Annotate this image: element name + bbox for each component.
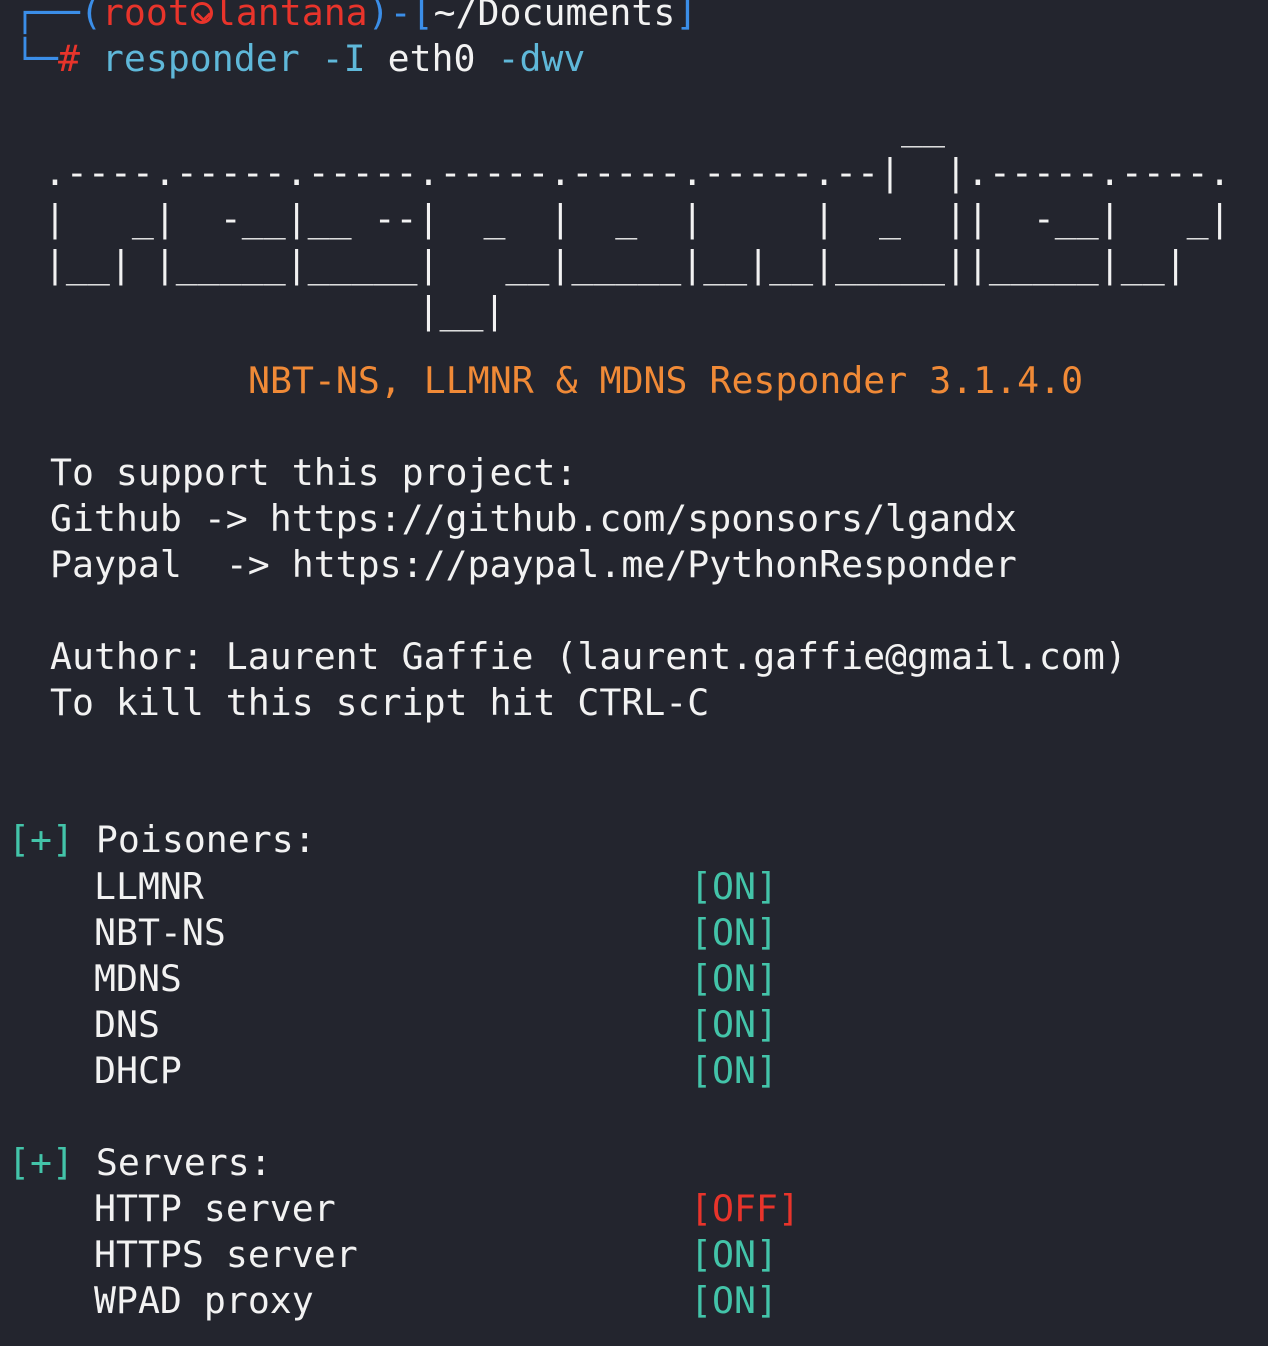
github-link: Github -> https://github.com/sponsors/lg… xyxy=(50,497,1017,540)
poisoner-name: DNS xyxy=(94,1003,160,1046)
poisoner-row: LLMNR [ON] xyxy=(94,864,1194,910)
command-name: responder xyxy=(101,37,300,80)
poisoner-row: MDNS [ON] xyxy=(94,956,1194,1002)
prompt-close-bracket: ] xyxy=(675,0,698,34)
poisoner-status: [ON] xyxy=(690,1003,778,1046)
server-status: [ON] xyxy=(690,1233,778,1276)
server-row: HTTPS server [ON] xyxy=(94,1232,1194,1278)
version-line: NBT-NS, LLMNR & MDNS Responder 3.1.4.0 xyxy=(248,359,1084,402)
server-name: HTTP server xyxy=(94,1187,336,1230)
prompt-symbol: # xyxy=(57,37,102,80)
poisoner-row: NBT-NS [ON] xyxy=(94,910,1194,956)
server-name: HTTPS server xyxy=(94,1233,358,1276)
prompt-separator: - xyxy=(389,0,412,34)
command-arg-interface: eth0 xyxy=(365,37,476,80)
poisoner-status: [ON] xyxy=(690,865,778,908)
poisoner-name: NBT-NS xyxy=(94,911,226,954)
server-row: HTTP server [OFF] xyxy=(94,1186,1194,1232)
kali-skull-icon xyxy=(190,2,213,24)
poisoner-status: [ON] xyxy=(690,1049,778,1092)
kill-hint-text: To kill this script hit CTRL-C xyxy=(50,681,710,724)
poisoners-header: [+] Poisoners: xyxy=(8,817,316,863)
poisoner-name: DHCP xyxy=(94,1049,182,1092)
terminal-window[interactable]: ┌──(root lantana)-[~/Documents] └─# respo… xyxy=(0,0,1268,1346)
server-status: [ON] xyxy=(690,1279,778,1322)
prompt-corner-bottom: └─ xyxy=(14,37,58,80)
paypal-link: Paypal -> https://paypal.me/PythonRespon… xyxy=(50,543,1017,586)
prompt-corner-top: ┌── xyxy=(14,0,80,34)
servers-header: [+] Servers: xyxy=(8,1140,272,1186)
ascii-banner: __ .----.-----.-----.-----.-----.-----.-… xyxy=(43,105,1231,332)
poisoner-name: LLMNR xyxy=(94,865,204,908)
poisoner-status: [ON] xyxy=(690,957,778,1000)
poisoner-status: [ON] xyxy=(690,911,778,954)
section-marker: [+] xyxy=(8,818,74,861)
server-status: [OFF] xyxy=(690,1187,800,1230)
prompt-open-paren: ( xyxy=(79,0,102,34)
author-text: Author: Laurent Gaffie (laurent.gaffie@g… xyxy=(50,635,1127,678)
servers-title: Servers: xyxy=(95,1141,272,1184)
prompt-host: lantana xyxy=(213,0,368,34)
support-text: To support this project: xyxy=(50,451,578,494)
server-name: WPAD proxy xyxy=(94,1279,314,1322)
prompt-user: root xyxy=(101,0,190,34)
poisoners-title: Poisoners: xyxy=(95,818,316,861)
prompt-header: ┌──(root lantana)-[~/Documents] xyxy=(14,0,697,36)
section-marker: [+] xyxy=(8,1141,74,1184)
command-line[interactable]: └─# responder -I eth0 -dwv xyxy=(14,36,585,82)
prompt-open-bracket: [ xyxy=(411,0,434,34)
poisoner-name: MDNS xyxy=(94,957,182,1000)
poisoner-row: DHCP [ON] xyxy=(94,1048,1194,1094)
command-arg-interface-flag: -I xyxy=(299,37,366,80)
prompt-close-paren: ) xyxy=(367,0,390,34)
poisoner-row: DNS [ON] xyxy=(94,1002,1194,1048)
command-arg-flags: -dwv xyxy=(475,37,586,80)
prompt-cwd: ~/Documents xyxy=(433,0,676,34)
server-row: WPAD proxy [ON] xyxy=(94,1278,1194,1324)
